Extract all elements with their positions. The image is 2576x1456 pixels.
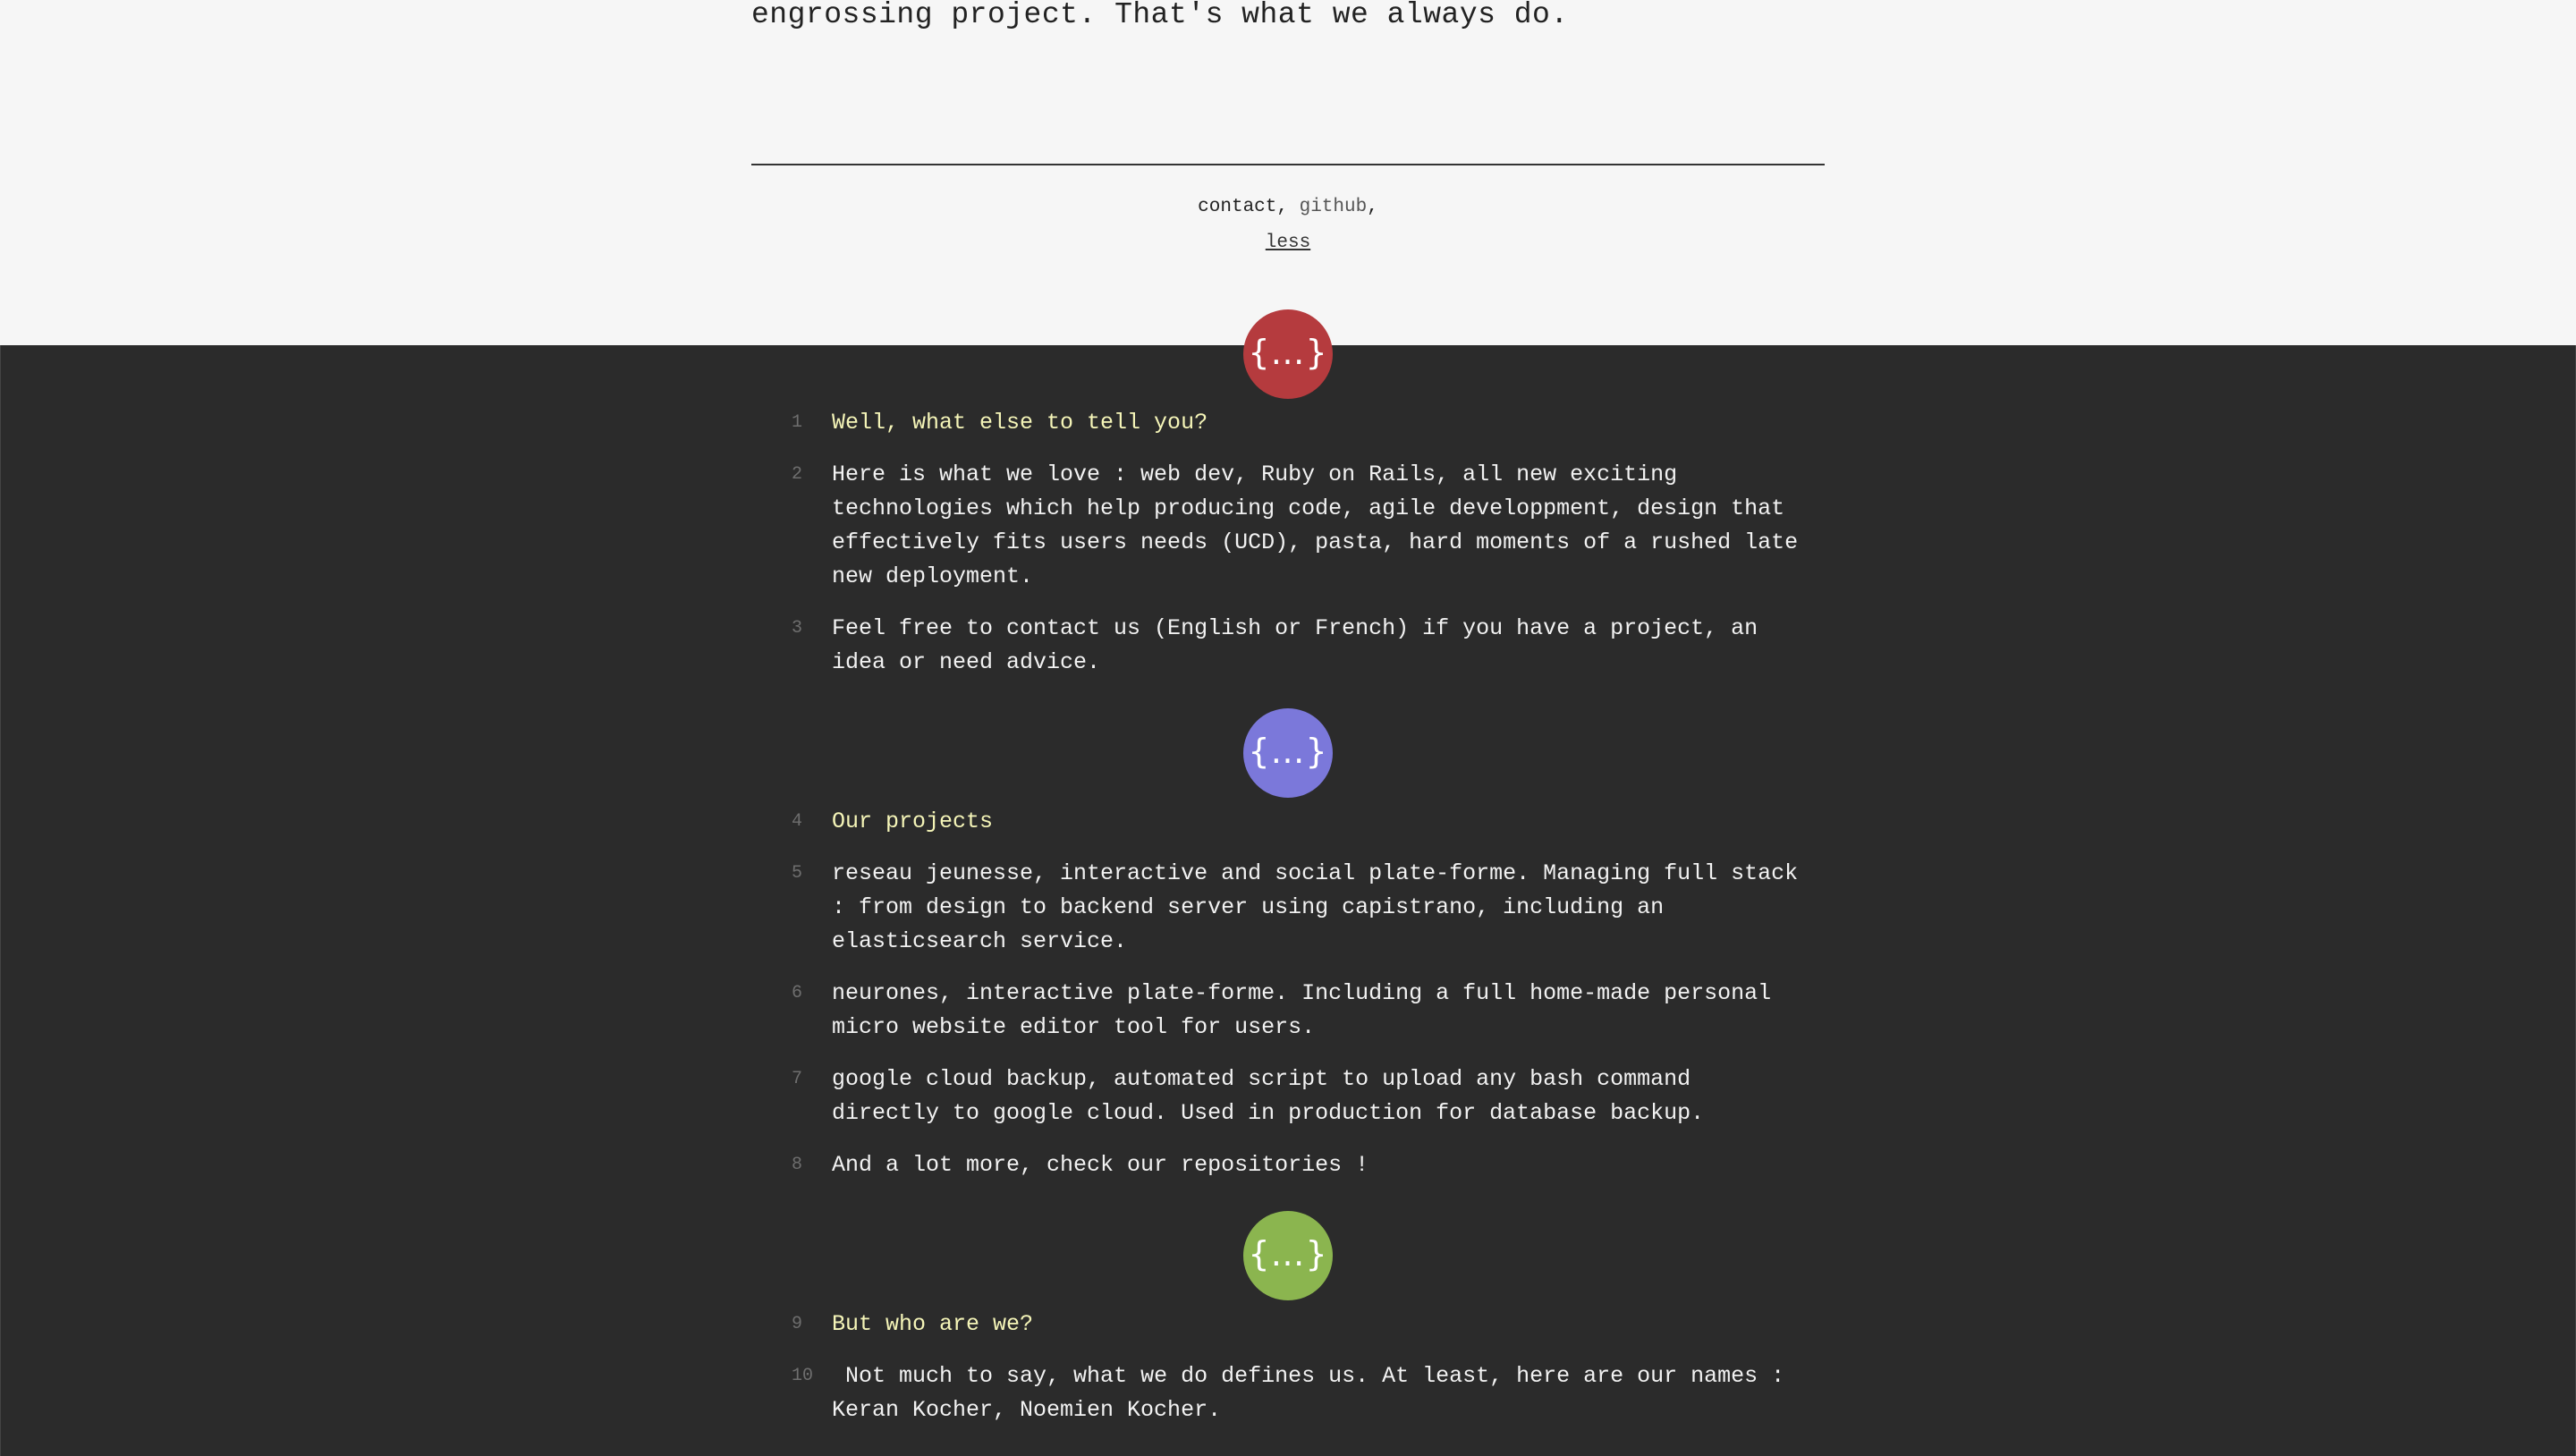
braces-glyph: {…} [1248,1234,1328,1274]
code-line: 10 Not much to say, what we do defines u… [792,1359,1811,1427]
line-number: 3 [792,618,803,639]
code-line: 2 Here is what we love : web dev, Ruby o… [792,458,1811,594]
braces-icon: {…} [1243,309,1333,399]
section-heading: Our projects [832,808,994,834]
paragraph: Feel free to contact us (English or Fren… [832,615,1772,675]
paragraph: Not much to say, what we do defines us. … [832,1363,1799,1423]
section-heading: Well, what else to tell you? [832,410,1208,436]
paragraph: And a lot more, check our repositories ! [832,1152,1369,1178]
footer-links: contact, github, [751,197,1825,217]
intro-text: engrossing project. That's what we alway… [751,0,1569,31]
code-line: 5 reseau jeunesse, interactive and socia… [792,857,1811,959]
line-number: 4 [792,811,803,832]
divider [751,164,1825,165]
less-row: less [751,233,1825,253]
code-line: 6 neurones, interactive plate-forme. Inc… [792,977,1811,1045]
braces-glyph: {…} [1248,732,1328,771]
separator: , [1276,197,1288,217]
line-number: 7 [792,1069,803,1089]
line-number: 6 [792,983,803,1003]
code-line: 8 And a lot more, check our repositories… [792,1148,1811,1182]
paragraph: Here is what we love : web dev, Ruby on … [832,461,1812,589]
code-line: 7 google cloud backup, automated script … [792,1062,1811,1130]
line-number: 9 [792,1314,803,1334]
line-number: 5 [792,863,803,884]
braces-icon: {…} [1243,1211,1333,1300]
code-line: 3 Feel free to contact us (English or Fr… [792,612,1811,680]
top-section: engrossing project. That's what we alway… [0,0,2576,345]
code-line: 9 But who are we? [792,1308,1811,1342]
braces-glyph: {…} [1248,333,1328,372]
braces-icon: {…} [1243,708,1333,798]
line-number: 1 [792,412,803,433]
paragraph: neurones, interactive plate-forme. Inclu… [832,980,1785,1040]
line-number: 10 [792,1366,814,1386]
github-link[interactable]: github [1300,197,1368,217]
code-line: 4 Our projects [792,805,1811,839]
contact-link[interactable]: contact [1198,197,1276,217]
paragraph: google cloud backup, automated script to… [832,1066,1705,1126]
code-line: 1 Well, what else to tell you? [792,406,1811,440]
line-number: 8 [792,1155,803,1175]
paragraph: reseau jeunesse, interactive and social … [832,860,1812,954]
line-number: 2 [792,464,803,485]
section-heading: But who are we? [832,1311,1034,1337]
separator: , [1367,197,1378,217]
less-link[interactable]: less [1266,233,1310,253]
